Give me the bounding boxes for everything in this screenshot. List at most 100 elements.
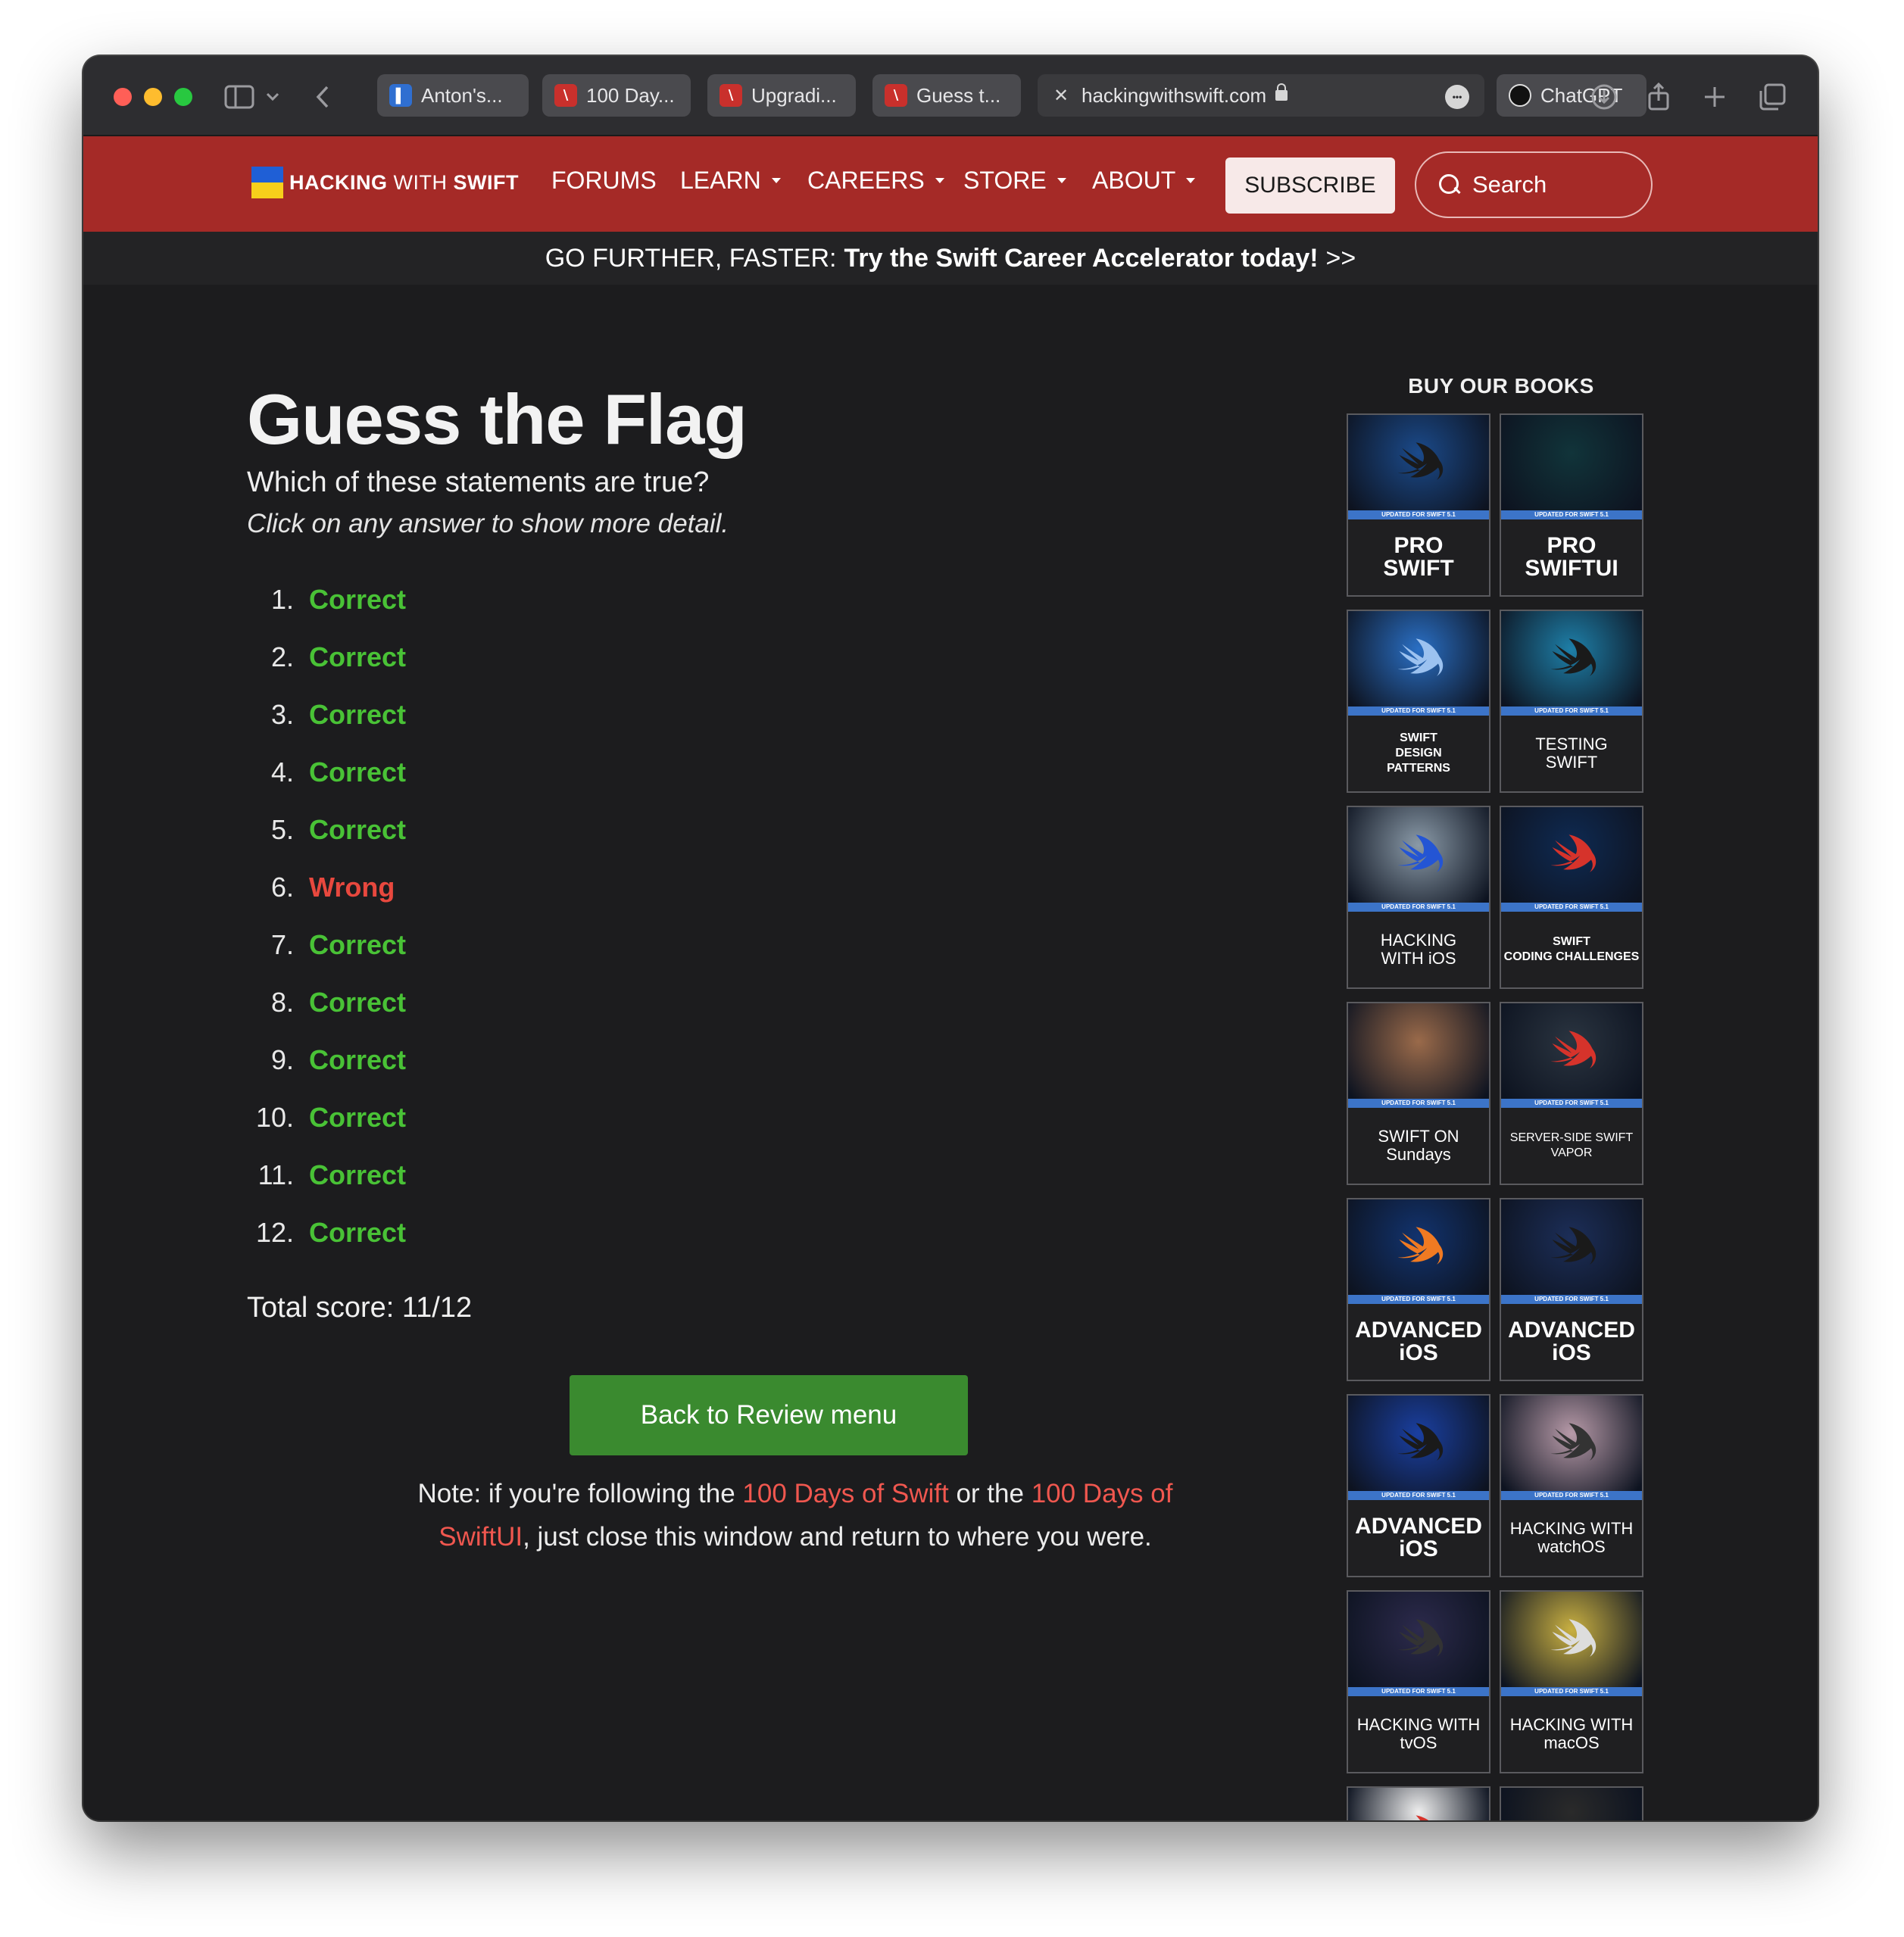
book-cover[interactable]: UPDATED FOR SWIFT 5.1 ADVANCED iOS — [1347, 1394, 1490, 1577]
subscribe-button[interactable]: SUBSCRIBE — [1225, 158, 1395, 214]
answer-list: 1. Correct 2. Correct 3. Correct 4. Correct 5. Co… — [247, 571, 701, 1262]
book-art — [1501, 1199, 1642, 1295]
search-field[interactable]: Search — [1415, 151, 1653, 218]
browser-toolbar: ▌ Anton's... ∖ 100 Day... ∖ Upgradi... ∖ Guess … — [83, 56, 1818, 136]
book-cover[interactable]: UPDATED FOR SWIFT 5.1 HACKING WITH iOS — [1347, 806, 1490, 989]
nav-about[interactable]: ABOUT — [1092, 167, 1196, 195]
answer-item: 11. Correct — [247, 1146, 701, 1204]
book-title: HACKING WITH macOS — [1501, 1696, 1642, 1772]
book-art — [1348, 807, 1489, 903]
answer-number: 9. — [270, 1044, 294, 1075]
answer-correct[interactable]: Correct — [309, 1044, 406, 1076]
more-options-icon[interactable]: ••• — [1445, 85, 1469, 109]
book-strip-label: UPDATED FOR SWIFT 5.1 — [1348, 706, 1489, 716]
book-cover[interactable] — [1500, 1786, 1643, 1820]
swift-bird-icon — [1397, 638, 1444, 676]
book-cover[interactable]: UPDATED FOR SWIFT 5.1 TESTING SWIFT — [1500, 610, 1643, 793]
tab-label: Guess t... — [916, 83, 1001, 107]
book-art — [1348, 611, 1489, 706]
answer-correct[interactable]: Correct — [309, 1159, 406, 1191]
answer-number: 11. — [258, 1159, 294, 1190]
book-title: PRO SWIFT — [1348, 519, 1489, 595]
book-cover[interactable]: UPDATED FOR SWIFT 5.1 HACKING WITH watchO… — [1500, 1394, 1643, 1577]
answer-number: 1. — [270, 584, 294, 615]
answer-correct[interactable]: Correct — [309, 756, 406, 788]
answer-correct[interactable]: Correct — [309, 814, 406, 846]
answer-item: 3. Correct — [247, 686, 701, 744]
back-arrow-icon[interactable] — [303, 77, 342, 117]
book-cover[interactable]: UPDATED FOR SWIFT 5.1 HACKING WITH macOS — [1500, 1590, 1643, 1773]
answer-correct[interactable]: Correct — [309, 584, 406, 616]
book-cover[interactable] — [1347, 1786, 1490, 1820]
nav-forums[interactable]: FORUMS — [551, 167, 657, 195]
answer-correct[interactable]: Correct — [309, 987, 406, 1018]
book-strip-label: UPDATED FOR SWIFT 5.1 — [1348, 510, 1489, 519]
answer-correct[interactable]: Correct — [309, 1102, 406, 1134]
answer-wrong[interactable]: Wrong — [309, 872, 395, 903]
search-icon — [1439, 174, 1460, 195]
book-cover[interactable]: UPDATED FOR SWIFT 5.1 SWIFT DESIGN PATTER… — [1347, 610, 1490, 793]
zoom-window-button[interactable] — [174, 88, 192, 106]
close-window-button[interactable] — [114, 88, 132, 106]
book-cover[interactable]: UPDATED FOR SWIFT 5.1 ADVANCED iOS — [1347, 1198, 1490, 1381]
site-logo[interactable]: HACKING WITH SWIFT — [251, 167, 519, 198]
link-100-days-of-swift[interactable]: 100 Days of Swift — [742, 1479, 948, 1508]
browser-tab[interactable]: ChatGPT — [1497, 74, 1646, 117]
answer-correct[interactable]: Correct — [309, 1217, 406, 1249]
book-strip-label: UPDATED FOR SWIFT 5.1 — [1348, 1295, 1489, 1304]
sidebar-toggle-icon[interactable] — [220, 77, 259, 117]
nav-store[interactable]: STORE — [963, 167, 1066, 195]
book-cover[interactable]: UPDATED FOR SWIFT 5.1 SWIFT CODING CHALLE… — [1500, 806, 1643, 989]
book-cover[interactable]: UPDATED FOR SWIFT 5.1 SWIFT ON Sundays — [1347, 1002, 1490, 1185]
answer-number: 2. — [270, 641, 294, 672]
answer-item: 8. Correct — [247, 974, 701, 1031]
logo-swift: SWIFT — [453, 170, 519, 194]
book-title: SWIFT CODING CHALLENGES — [1501, 912, 1642, 987]
minimize-window-button[interactable] — [144, 88, 162, 106]
answer-correct[interactable]: Correct — [309, 641, 406, 673]
swift-bird-icon — [1397, 834, 1444, 872]
browser-tab[interactable]: ✕ hackingwithswift.com ••• — [1038, 74, 1484, 117]
answer-item: 5. Correct — [247, 801, 701, 859]
note-text-3: , just close this window and return to w… — [523, 1522, 1152, 1552]
book-cover[interactable]: UPDATED FOR SWIFT 5.1 HACKING WITH tvOS — [1347, 1590, 1490, 1773]
hws-icon: ∖ — [554, 84, 577, 107]
book-strip-label: UPDATED FOR SWIFT 5.1 — [1348, 1099, 1489, 1108]
browser-tab[interactable]: ∖ Guess t... — [872, 74, 1021, 117]
book-title: SERVER-SIDE SWIFT VAPOR — [1501, 1108, 1642, 1184]
book-art — [1348, 1199, 1489, 1295]
browser-tab[interactable]: ∖ 100 Day... — [542, 74, 691, 117]
answer-correct[interactable]: Correct — [309, 929, 406, 961]
swift-bird-icon — [1550, 638, 1597, 676]
book-art — [1501, 1592, 1642, 1687]
new-tab-icon[interactable] — [1695, 77, 1734, 117]
back-to-review-button[interactable]: Back to Review menu — [570, 1375, 968, 1455]
caret-down-icon — [935, 178, 944, 183]
downloads-icon[interactable] — [1584, 77, 1624, 117]
book-art — [1501, 1003, 1642, 1099]
answer-item: 10. Correct — [247, 1089, 701, 1146]
answer-correct[interactable]: Correct — [309, 699, 406, 731]
nav-careers[interactable]: CAREERS — [807, 167, 944, 195]
book-cover[interactable]: UPDATED FOR SWIFT 5.1 ADVANCED iOS — [1500, 1198, 1643, 1381]
chevron-down-icon[interactable] — [259, 77, 286, 117]
book-cover[interactable]: UPDATED FOR SWIFT 5.1 PRO SWIFTUI — [1500, 413, 1643, 597]
site-navbar: HACKING WITH SWIFT FORUMS LEARN CAREERS … — [83, 136, 1818, 232]
tab-overview-icon[interactable] — [1753, 77, 1792, 117]
trello-icon: ▌ — [389, 84, 412, 107]
answer-number: 5. — [270, 814, 294, 845]
nav-about-label: ABOUT — [1092, 167, 1176, 194]
promo-banner[interactable]: GO FURTHER, FASTER: Try the Swift Career… — [83, 232, 1818, 285]
book-cover[interactable]: UPDATED FOR SWIFT 5.1 SERVER-SIDE SWIFT V… — [1500, 1002, 1643, 1185]
book-cover[interactable]: UPDATED FOR SWIFT 5.1 PRO SWIFT — [1347, 413, 1490, 597]
share-icon[interactable] — [1639, 77, 1678, 117]
nav-learn[interactable]: LEARN — [680, 167, 781, 195]
lock-icon — [1275, 83, 1288, 101]
browser-tab[interactable]: ∖ Upgradi... — [707, 74, 856, 117]
tab-label: hackingwithswift.com — [1082, 83, 1267, 107]
hws-icon: ∖ — [719, 84, 742, 107]
promo-lead: GO FURTHER, FASTER: — [545, 243, 837, 273]
book-art — [1501, 611, 1642, 706]
page-title: Guess the Flag — [247, 379, 748, 459]
browser-tab[interactable]: ▌ Anton's... — [377, 74, 529, 117]
